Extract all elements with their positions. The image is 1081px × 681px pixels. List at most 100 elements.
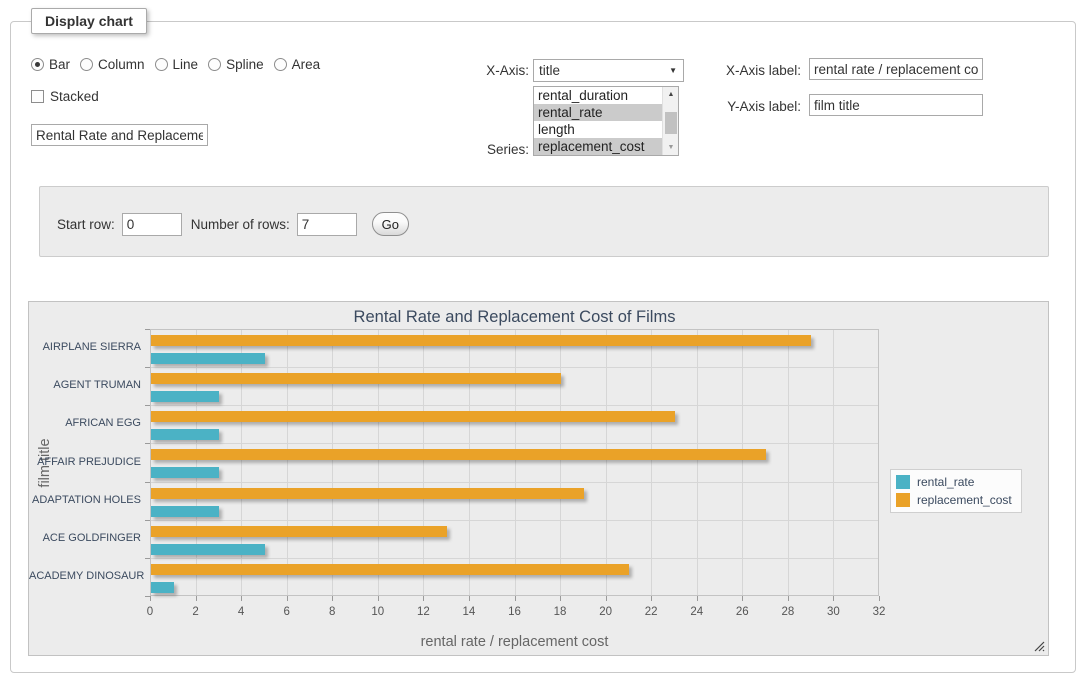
gridline-vertical <box>788 329 789 596</box>
chart-title: Rental Rate and Replacement Cost of Film… <box>150 308 879 327</box>
y-axis-label-caption: Y-Axis label: <box>701 99 801 114</box>
y-tick-mark <box>145 329 150 330</box>
gridline-vertical <box>515 329 516 596</box>
x-tick-label: 26 <box>722 606 762 618</box>
series-option-rental-duration[interactable]: rental_duration <box>534 87 678 104</box>
x-tick-mark <box>196 596 197 601</box>
panel-title: Display chart <box>31 8 147 34</box>
bar-replacement_cost <box>151 335 811 346</box>
num-rows-input[interactable] <box>297 213 357 236</box>
y-tick-label: ACADEMY DINOSAUR <box>29 570 141 582</box>
gridline-horizontal <box>150 520 879 521</box>
gridline-vertical <box>378 329 379 596</box>
x-tick-mark <box>606 596 607 601</box>
bar-rental_rate <box>151 391 219 402</box>
x-tick-label: 22 <box>631 606 671 618</box>
gridline-vertical <box>742 329 743 596</box>
x-tick-mark <box>150 596 151 601</box>
start-row-label: Start row: <box>57 217 115 232</box>
bar-replacement_cost <box>151 488 584 499</box>
legend-label: rental_rate <box>917 475 974 489</box>
x-tick-label: 24 <box>677 606 717 618</box>
x-tick-mark <box>423 596 424 601</box>
y-axis-label-input[interactable] <box>809 94 983 116</box>
x-tick-label: 14 <box>449 606 489 618</box>
x-tick-label: 6 <box>267 606 307 618</box>
gridline-vertical <box>241 329 242 596</box>
stacked-option[interactable]: Stacked <box>31 89 99 104</box>
x-axis-title: rental rate / replacement cost <box>150 634 879 650</box>
gridline-vertical <box>196 329 197 596</box>
radio-icon <box>80 58 93 71</box>
chart-type-label: Line <box>173 57 199 72</box>
listbox-scrollbar[interactable]: ▲ ▼ <box>662 87 678 155</box>
series-listbox[interactable]: rental_duration rental_rate length repla… <box>533 86 679 156</box>
gridline-horizontal <box>150 558 879 559</box>
gridline-horizontal <box>150 405 879 406</box>
x-tick-mark <box>697 596 698 601</box>
gridline-vertical <box>469 329 470 596</box>
y-tick-label: AGENT TRUMAN <box>29 379 141 391</box>
x-axis-label-caption: X-Axis label: <box>701 63 801 78</box>
legend-label: replacement_cost <box>917 493 1012 507</box>
row-range-controls: Start row: Number of rows: Go <box>57 212 409 236</box>
gridline-horizontal <box>150 482 879 483</box>
chart-type-label: Spline <box>226 57 264 72</box>
x-tick-mark <box>788 596 789 601</box>
chart-type-column[interactable]: Column <box>80 57 145 72</box>
chart-type-line[interactable]: Line <box>155 57 199 72</box>
x-tick-mark <box>378 596 379 601</box>
gridline-vertical <box>287 329 288 596</box>
resize-handle-icon[interactable] <box>1034 641 1045 652</box>
y-tick-label: AFFAIR PREJUDICE <box>29 456 141 468</box>
radio-icon <box>31 58 44 71</box>
x-tick-mark <box>287 596 288 601</box>
scroll-down-icon[interactable]: ▼ <box>663 140 679 155</box>
chart-type-radios: Bar Column Line Spline Area <box>31 57 320 72</box>
series-option-length[interactable]: length <box>534 121 678 138</box>
scroll-up-icon[interactable]: ▲ <box>663 87 679 102</box>
x-tick-label: 20 <box>586 606 626 618</box>
x-axis-label-input[interactable] <box>809 58 983 80</box>
bar-rental_rate <box>151 506 219 517</box>
legend-swatch-rental-rate <box>896 475 910 489</box>
bar-replacement_cost <box>151 373 561 384</box>
chart-title-input[interactable] <box>31 124 208 146</box>
scrollbar-thumb[interactable] <box>665 112 677 134</box>
series-option-replacement-cost[interactable]: replacement_cost <box>534 138 678 155</box>
x-axis-select[interactable]: title ▼ <box>533 59 684 82</box>
chevron-down-icon: ▼ <box>669 66 677 75</box>
page: Display chart Bar Column Line Spline Are… <box>0 0 1081 681</box>
x-tick-mark <box>560 596 561 601</box>
x-tick-label: 18 <box>540 606 580 618</box>
radio-icon <box>208 58 221 71</box>
go-button[interactable]: Go <box>372 212 409 236</box>
gridline-vertical <box>606 329 607 596</box>
series-option-rental-rate[interactable]: rental_rate <box>534 104 678 121</box>
display-chart-panel: Display chart Bar Column Line Spline Are… <box>10 21 1076 673</box>
gridline-vertical <box>423 329 424 596</box>
legend-swatch-replacement-cost <box>896 493 910 507</box>
stacked-label: Stacked <box>50 89 99 104</box>
y-tick-mark <box>145 558 150 559</box>
chart-type-label: Area <box>292 57 321 72</box>
chart-type-bar[interactable]: Bar <box>31 57 70 72</box>
chart-type-spline[interactable]: Spline <box>208 57 264 72</box>
x-axis-select-label: X-Axis: <box>431 63 529 78</box>
stacked-checkbox[interactable] <box>31 90 44 103</box>
start-row-input[interactable] <box>122 213 182 236</box>
num-rows-label: Number of rows: <box>191 217 290 232</box>
bar-replacement_cost <box>151 526 447 537</box>
chart-area: Rental Rate and Replacement Cost of Film… <box>28 301 1049 656</box>
x-tick-label: 0 <box>130 606 170 618</box>
gridline-vertical <box>833 329 834 596</box>
y-tick-mark <box>145 520 150 521</box>
x-tick-mark <box>469 596 470 601</box>
bar-replacement_cost <box>151 411 675 422</box>
radio-icon <box>155 58 168 71</box>
x-axis-selected-value: title <box>539 63 560 78</box>
chart-type-area[interactable]: Area <box>274 57 321 72</box>
x-tick-mark <box>833 596 834 601</box>
radio-icon <box>274 58 287 71</box>
bar-rental_rate <box>151 429 219 440</box>
